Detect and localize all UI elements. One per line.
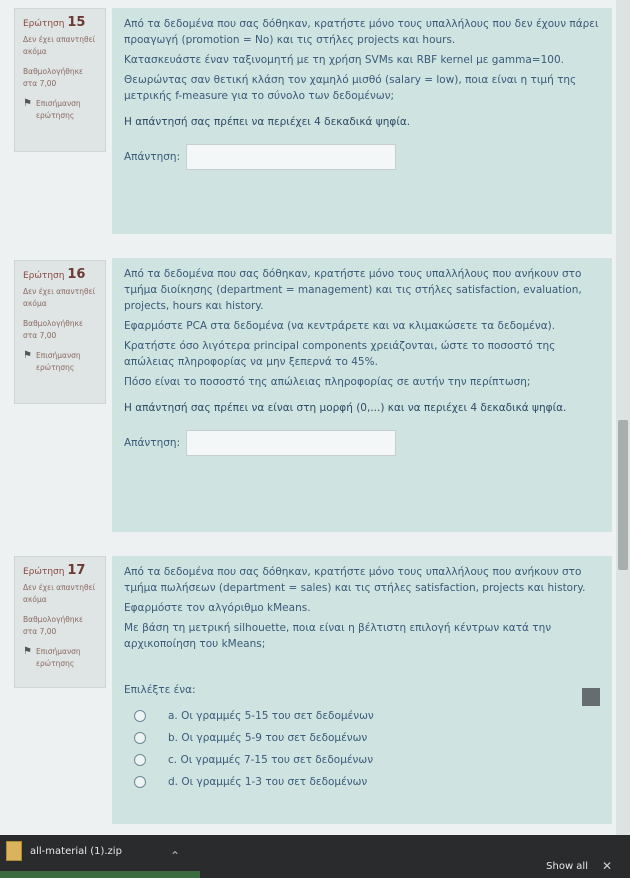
close-icon[interactable]: ✕ [602, 859, 612, 873]
question-info: Ερώτηση 17 Δεν έχει απαντηθεί ακόμα Βαθμ… [14, 556, 106, 688]
status-text: Δεν έχει απαντηθεί ακόμα [23, 583, 96, 604]
answer-label: Απάντηση: [124, 151, 181, 163]
download-bar: all-material (1).zip ⌃ Show all ✕ [0, 835, 630, 878]
answer-row: Απάντηση: [124, 144, 602, 170]
question-text: Εφαρμόστε PCA στα δεδομένα (να κεντράρετ… [124, 320, 556, 332]
flag-question-link[interactable]: ⚑ Επισήμανση ερώτησης [23, 646, 99, 670]
taskbar-strip [0, 871, 200, 878]
answer-row: Απάντηση: [124, 430, 602, 456]
status-text: Δεν έχει απαντηθεί ακόμα [23, 287, 96, 308]
download-item[interactable]: all-material (1).zip [6, 841, 122, 861]
choice-option-a[interactable]: a. Οι γραμμές 5-15 του σετ δεδομένων [134, 708, 602, 724]
flag-question-link[interactable]: ⚑ Επισήμανση ερώτησης [23, 350, 99, 374]
choice-option-d[interactable]: d. Οι γραμμές 1-3 του σετ δεδομένων [134, 774, 602, 790]
grade-text: Βαθμολογήθηκε στα 7,00 [23, 319, 84, 340]
question-text: Θεωρώντας σαν θετική κλάση τον χαμηλό μι… [124, 74, 577, 102]
choice-prompt: Επιλέξτε ένα: [124, 684, 196, 696]
question-text: Κατασκευάστε έναν ταξινομητή με τη χρήση… [124, 54, 564, 66]
question-content: Από τα δεδομένα που σας δόθηκαν, κρατήστ… [112, 556, 612, 824]
radio-button[interactable] [134, 776, 146, 788]
answer-requirement: Η απάντησή σας πρέπει να είναι στη μορφή… [124, 402, 567, 414]
status-text: Δεν έχει απαντηθεί ακόμα [23, 35, 96, 56]
question-text: Με βάση τη μετρική silhouette, ποια είνα… [124, 622, 552, 650]
show-all-button[interactable]: Show all [546, 861, 588, 872]
download-filename: all-material (1).zip [30, 845, 122, 857]
page-scrollbar[interactable] [616, 0, 630, 835]
choice-option-b[interactable]: b. Οι γραμμές 5-9 του σετ δεδομένων [134, 730, 602, 746]
question-number: Ερώτηση 16 [23, 267, 86, 282]
question-text: Πόσο είναι το ποσοστό της απώλειας πληρο… [124, 376, 531, 388]
question-text: Από τα δεδομένα που σας δόθηκαν, κρατήστ… [124, 18, 599, 46]
radio-button[interactable] [134, 754, 146, 766]
scrollbar-thumb[interactable] [618, 420, 628, 570]
flag-question-link[interactable]: ⚑ Επισήμανση ερώτησης [23, 98, 99, 122]
grade-text: Βαθμολογήθηκε στα 7,00 [23, 615, 84, 636]
flag-icon: ⚑ [23, 350, 32, 361]
question-info: Ερώτηση 15 Δεν έχει απαντηθεί ακόμα Βαθμ… [14, 8, 106, 152]
question-number: Ερώτηση 17 [23, 563, 86, 578]
answer-input[interactable] [186, 144, 397, 170]
question-text: Κρατήστε όσο λιγότερα principal componen… [124, 340, 556, 368]
question-content: Από τα δεδομένα που σας δόθηκαν, κρατήστ… [112, 258, 612, 532]
question-info: Ερώτηση 16 Δεν έχει απαντηθεί ακόμα Βαθμ… [14, 260, 106, 404]
flag-icon: ⚑ [23, 646, 32, 657]
question-content: Από τα δεδομένα που σας δόθηκαν, κρατήστ… [112, 8, 612, 234]
question-text: Από τα δεδομένα που σας δόθηκαν, κρατήστ… [124, 268, 582, 312]
question-text: Από τα δεδομένα που σας δόθηκαν, κρατήστ… [124, 566, 586, 594]
zip-file-icon [6, 841, 22, 861]
question-text: Εφαρμόστε τον αλγόριθμο kMeans. [124, 602, 311, 614]
flag-icon: ⚑ [23, 98, 32, 109]
radio-button[interactable] [134, 732, 146, 744]
gray-square-button[interactable] [582, 688, 600, 706]
choices-block: Επιλέξτε ένα: a. Οι γραμμές 5-15 του σετ… [124, 682, 602, 790]
choices-list: a. Οι γραμμές 5-15 του σετ δεδομένων b. … [124, 708, 602, 790]
answer-input[interactable] [186, 430, 397, 456]
question-number: Ερώτηση 15 [23, 15, 86, 30]
answer-label: Απάντηση: [124, 437, 181, 449]
chevron-up-icon[interactable]: ⌃ [170, 849, 180, 863]
answer-requirement: Η απάντησή σας πρέπει να περιέχει 4 δεκα… [124, 116, 411, 128]
grade-text: Βαθμολογήθηκε στα 7,00 [23, 67, 84, 88]
radio-button[interactable] [134, 710, 146, 722]
choice-option-c[interactable]: c. Οι γραμμές 7-15 του σετ δεδομένων [134, 752, 602, 768]
